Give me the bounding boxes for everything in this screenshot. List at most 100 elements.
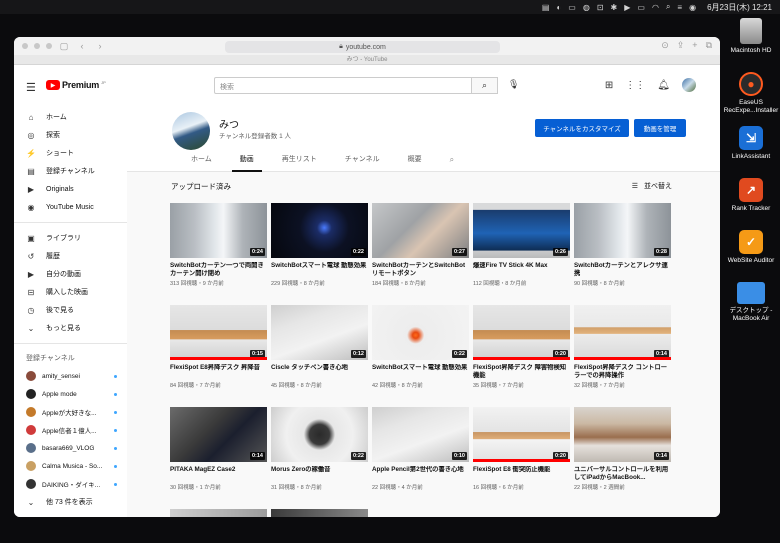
youtube-logo[interactable]: ▶ Premium JP — [46, 80, 106, 90]
wifi-icon[interactable]: ◠ — [652, 3, 659, 12]
video-thumbnail[interactable]: 0:22 — [271, 203, 368, 258]
video-thumbnail[interactable]: 0:10 — [372, 407, 469, 462]
video-thumbnail[interactable]: 0:26 — [473, 203, 570, 258]
new-tab-icon[interactable]: + — [692, 40, 697, 51]
subscription-item[interactable]: DAIKING・ダイキ... — [14, 475, 127, 493]
download-icon[interactable]: ⊙ — [661, 40, 669, 51]
video-card[interactable]: 0:26 爆速Fire TV Stick 4K Max 112 回視聴・8 か月前 — [473, 203, 570, 287]
battery-icon[interactable]: ▭ — [637, 3, 645, 12]
clipboard-icon[interactable]: ▤ — [542, 3, 550, 12]
sidebar-item[interactable]: ▣ ライブラリ — [14, 229, 127, 247]
back-icon[interactable]: ‹ — [76, 41, 88, 51]
video-card[interactable]: 0:12 Ciscle タッチペン書き心地 45 回視聴・8 か月前 — [271, 305, 368, 389]
video-title[interactable]: FlexiSpot E8昇降デスク 昇降音 — [170, 364, 267, 380]
record-icon[interactable]: ◍ — [583, 3, 590, 12]
siri-icon[interactable]: ◉ — [689, 3, 696, 12]
subscription-item[interactable]: Appleが大好きな... — [14, 403, 127, 421]
sidebar-item[interactable]: ⊟ 購入した映画 — [14, 283, 127, 301]
desktop-icon-rank-tracker[interactable]: ↗ Rank Tracker — [722, 178, 780, 213]
video-card[interactable]: 0:24 SwitchBotカーテン一つで両開きカーテン開け閉め 313 回視聴・9… — [170, 203, 267, 287]
menubar-clock[interactable]: 6月23日(木) 12:21 — [707, 2, 772, 13]
video-title[interactable]: PITAKA MagEZ Case2 — [170, 466, 267, 482]
video-title[interactable]: Morus Zeroの稼働音 — [271, 466, 368, 482]
video-title[interactable]: SwitchBotカーテンとアレクサ連携 — [574, 262, 671, 278]
video-thumbnail[interactable]: 0:28 — [574, 203, 671, 258]
desktop-icon-linkassistant[interactable]: ⇲ LinkAssistant — [722, 126, 780, 161]
subscription-item[interactable]: Apple mode — [14, 385, 127, 403]
desktop-icon-easeus[interactable]: ● EaseUS RecExpe...Installer — [722, 72, 780, 115]
desktop-icon-website-auditor[interactable]: ✓ WebSite Auditor — [722, 230, 780, 265]
video-title[interactable]: SwitchBotカーテン一つで両開きカーテン開け閉め — [170, 262, 267, 278]
tab-playlists[interactable]: 再生リスト — [268, 151, 331, 172]
video-card[interactable]: 0:10 Apple Pencil第2世代の書き心地 22 回視聴・4 か月前 — [372, 407, 469, 491]
forward-icon[interactable]: › — [94, 41, 106, 51]
desktop-icon-macintosh-hd[interactable]: Macintosh HD — [722, 18, 780, 55]
video-thumbnail[interactable]: 0:20 — [473, 305, 570, 360]
sort-button[interactable]: ☰ 並べ替え — [632, 181, 672, 191]
channel-avatar[interactable] — [172, 112, 210, 150]
video-title[interactable]: SwitchBotスマート電球 動態効果 — [372, 364, 469, 380]
apps-icon[interactable]: ⋮⋮ — [625, 80, 645, 91]
video-thumbnail[interactable]: 0:22 — [271, 407, 368, 462]
video-title[interactable]: FlexiSpot E8 衝突防止機能 — [473, 466, 570, 482]
video-card[interactable]: 0:28 SwitchBotカーテンとアレクサ連携 90 回視聴・8 か月前 — [574, 203, 671, 287]
video-card[interactable]: 0:14 FlexiSpot昇降デスク コントローラーでの昇降操作 32 回視聴・7… — [574, 305, 671, 389]
sidebar-item[interactable]: ◷ 後で見る — [14, 301, 127, 319]
notifications-icon[interactable]: 🔔︎ — [657, 80, 670, 91]
customize-channel-button[interactable]: チャンネルをカスタマイズ — [535, 119, 629, 137]
video-thumbnail[interactable]: 0:24 — [170, 203, 267, 258]
sidebar-item[interactable]: ⌄ もっと見る — [14, 319, 127, 337]
menu-icon[interactable]: ☰ — [26, 81, 36, 94]
video-thumbnail[interactable]: 0:15 — [170, 305, 267, 360]
tab-channels[interactable]: チャンネル — [331, 151, 394, 172]
video-title[interactable]: FlexiSpot昇降デスク コントローラーでの昇降操作 — [574, 364, 671, 380]
video-title[interactable]: Ciscle タッチペン書き心地 — [271, 364, 368, 380]
sidebar-toggle-icon[interactable]: ▢ — [58, 41, 70, 52]
close-window-button[interactable] — [22, 43, 28, 49]
bluetooth-icon[interactable]: ✱ — [611, 3, 618, 12]
video-card[interactable] — [170, 509, 267, 517]
video-card[interactable]: 0:14 PITAKA MagEZ Case2 30 回視聴・1 か月前 — [170, 407, 267, 491]
video-card[interactable]: 0:22 SwitchBotスマート電球 動態効果 42 回視聴・8 か月前 — [372, 305, 469, 389]
subscription-item[interactable]: basara669_VLOG — [14, 439, 127, 457]
search-input[interactable]: 検索 — [214, 77, 472, 94]
subscription-item[interactable]: Calma Musica - So... — [14, 457, 127, 475]
sidebar-item[interactable]: ◎ 探索 — [14, 126, 127, 144]
sidebar-item[interactable]: ⚡ ショート — [14, 144, 127, 162]
mic-icon[interactable]: 🎙︎ — [508, 79, 519, 90]
video-card[interactable]: 0:20 FlexiSpot昇降デスク 障害物検知機能 35 回視聴・7 か月前 — [473, 305, 570, 389]
subscription-item[interactable]: amity_sensei — [14, 367, 127, 385]
video-title[interactable]: ユニバーサルコントロールを利用してiPadからMacBook... — [574, 466, 671, 482]
video-title[interactable]: Apple Pencil第2世代の書き心地 — [372, 466, 469, 482]
video-title[interactable]: SwitchBotスマート電球 動態効果 — [271, 262, 368, 278]
video-card[interactable]: 0:14 ユニバーサルコントロールを利用してiPadからMacBook... 22 … — [574, 407, 671, 491]
video-thumbnail[interactable]: 0:20 — [473, 407, 570, 462]
address-bar[interactable]: 🔒︎ youtube.com — [225, 41, 500, 53]
video-card[interactable]: 0:27 SwitchBotカーテンとSwitchBotリモートボタン 184 回視… — [372, 203, 469, 287]
video-card[interactable] — [271, 509, 368, 517]
video-thumbnail[interactable]: 0:12 — [271, 305, 368, 360]
video-title[interactable]: 爆速Fire TV Stick 4K Max — [473, 262, 570, 278]
tab-home[interactable]: ホーム — [177, 151, 226, 172]
menu-extra-icon[interactable]: ◐ — [556, 3, 561, 12]
sidebar-item[interactable]: ↺ 履歴 — [14, 247, 127, 265]
screen-icon[interactable]: ▭ — [568, 3, 576, 12]
play-status-icon[interactable]: ▶ — [624, 3, 630, 12]
tab-videos[interactable]: 動画 — [226, 151, 268, 172]
sidebar-item[interactable]: ▶ 自分の動画 — [14, 265, 127, 283]
share-icon[interactable]: ⇪ — [677, 40, 685, 51]
avatar[interactable] — [682, 78, 696, 92]
desktop-icon-folder[interactable]: デスクトップ - MacBook Air — [722, 282, 780, 323]
video-thumbnail[interactable] — [271, 509, 368, 517]
subscription-item[interactable]: Apple信者１億人... — [14, 421, 127, 439]
zoom-window-button[interactable] — [46, 43, 52, 49]
create-video-icon[interactable]: ⊞ — [605, 80, 613, 91]
search-icon[interactable]: ⌕ — [666, 2, 670, 12]
video-card[interactable]: 0:22 Morus Zeroの稼働音 31 回視聴・8 か月前 — [271, 407, 368, 491]
video-thumbnail[interactable]: 0:14 — [574, 407, 671, 462]
video-thumbnail[interactable]: 0:14 — [574, 305, 671, 360]
tab-overview-icon[interactable]: ⧉ — [706, 40, 712, 51]
video-card[interactable]: 0:20 FlexiSpot E8 衝突防止機能 16 回視聴・6 か月前 — [473, 407, 570, 491]
video-card[interactable]: 0:22 SwitchBotスマート電球 動態効果 229 回視聴・8 か月前 — [271, 203, 368, 287]
video-title[interactable]: FlexiSpot昇降デスク 障害物検知機能 — [473, 364, 570, 380]
